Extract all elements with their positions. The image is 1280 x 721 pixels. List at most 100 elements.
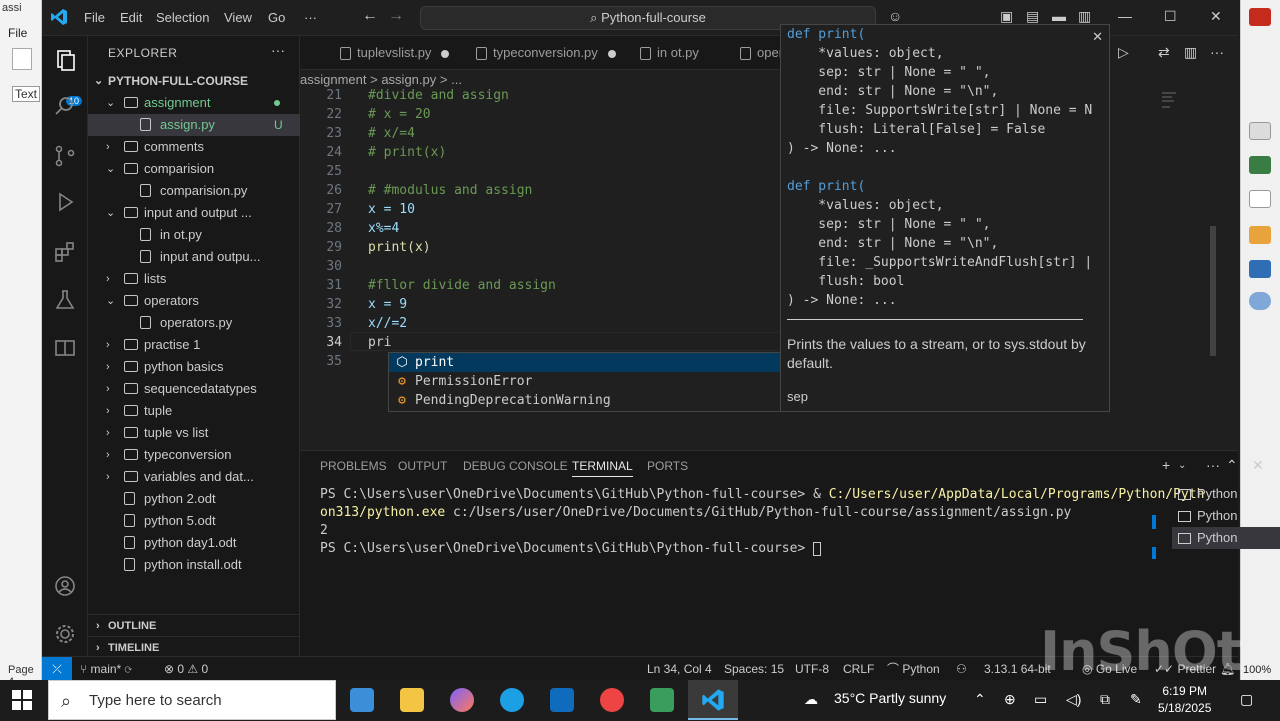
layout-icon[interactable]: ▣	[1000, 8, 1013, 25]
gallery-icon[interactable]	[1249, 260, 1271, 278]
tree-folder[interactable]: › practise 1	[88, 334, 300, 356]
tree-file[interactable]: assign.py U	[88, 114, 300, 136]
tab-terminal[interactable]: TERMINAL	[572, 459, 633, 477]
branch-status[interactable]: ⑂ main* ⟳	[80, 657, 132, 681]
tree-file[interactable]: input and outpu...	[88, 246, 300, 268]
menu-selection[interactable]: Selection	[156, 10, 209, 25]
tree-folder[interactable]: › tuple	[88, 400, 300, 422]
tree-folder[interactable]: › typeconversion	[88, 444, 300, 466]
run-file-icon[interactable]: ▷	[1118, 44, 1129, 61]
tree-folder[interactable]: › variables and dat...	[88, 466, 300, 488]
taskbar-search-input[interactable]: ⌕ Type here to search	[48, 680, 336, 720]
chrome-icon[interactable]	[600, 688, 624, 712]
split-editor-icon[interactable]: ▥	[1184, 44, 1197, 61]
tab-ports[interactable]: PORTS	[647, 459, 688, 473]
source-control-icon[interactable]	[53, 144, 77, 168]
outline-section[interactable]: › OUTLINE	[88, 614, 300, 636]
run-debug-icon[interactable]	[53, 190, 77, 214]
terminal-instance[interactable]: Python	[1172, 483, 1280, 505]
tree-file[interactable]: python install.odt	[88, 554, 300, 576]
menu-go[interactable]: Go	[268, 10, 285, 25]
tree-file[interactable]: in ot.py	[88, 224, 300, 246]
compare-icon[interactable]: ⇄	[1158, 44, 1170, 61]
python-env-icon[interactable]: ⚇	[956, 657, 967, 681]
display-icon[interactable]: ⧉	[1100, 691, 1110, 708]
timeline-section[interactable]: › TIMELINE	[88, 636, 300, 658]
chevron-up-icon[interactable]: ⌃	[974, 691, 986, 708]
extensions-icon[interactable]	[53, 240, 77, 264]
suggestion-print[interactable]: ⬡ print	[389, 353, 819, 372]
navigator-icon[interactable]	[1249, 292, 1271, 310]
tab-debug-console[interactable]: DEBUG CONSOLE	[463, 459, 568, 473]
remote-icon[interactable]: ⤫	[42, 657, 72, 681]
suggestion-pendingdeprecationwarning[interactable]: ⚙ PendingDeprecationWarning	[389, 391, 819, 410]
tree-folder[interactable]: › tuple vs list	[88, 422, 300, 444]
weather-text[interactable]: 35°C Partly sunny	[834, 690, 946, 706]
maximize-panel-icon[interactable]: ⌃	[1226, 457, 1238, 474]
clock[interactable]: 6:19 PM 5/18/2025	[1158, 683, 1211, 717]
battery-icon[interactable]: ▭	[1034, 691, 1047, 708]
vscode-taskbar-icon[interactable]	[701, 688, 725, 712]
tree-folder[interactable]: ⌄ operators	[88, 290, 300, 312]
more-actions-icon[interactable]: ···	[271, 42, 285, 58]
weather-icon[interactable]: ☁	[804, 691, 818, 708]
tab-problems[interactable]: PROBLEMS	[320, 459, 387, 473]
settings-gear-icon[interactable]	[53, 622, 77, 646]
terminal-line[interactable]: PS C:\Users\user\OneDrive\Documents\GitH…	[320, 541, 822, 556]
toolbar-icon[interactable]	[1249, 122, 1271, 140]
indentation[interactable]: Spaces: 15	[724, 657, 784, 681]
tab-in-ot[interactable]: in ot.py	[640, 36, 699, 70]
explorer-icon[interactable]	[53, 48, 77, 72]
bg-text-button[interactable]: Text	[12, 86, 41, 102]
close-icon[interactable]: ✕	[1092, 29, 1103, 45]
terminal-instance-active[interactable]: Python	[1172, 527, 1280, 549]
tree-folder[interactable]: ⌄ input and output ...	[88, 202, 300, 224]
notification-center-icon[interactable]: ▢	[1240, 691, 1253, 708]
close-window-icon[interactable]: ✕	[1210, 8, 1222, 25]
styles-icon[interactable]	[1249, 226, 1271, 244]
copilot-app-icon[interactable]	[450, 688, 474, 712]
editor-more-icon[interactable]: ···	[1210, 44, 1224, 60]
tree-folder[interactable]: › comments	[88, 136, 300, 158]
breadcrumb-more[interactable]: ...	[451, 72, 462, 87]
suggestion-permissionerror[interactable]: ⚙ PermissionError	[389, 372, 819, 391]
cursor-position[interactable]: Ln 34, Col 4	[647, 657, 712, 681]
back-arrow-icon[interactable]: ←	[362, 7, 378, 25]
problems-status[interactable]: ⊗ 0 ⚠ 0	[164, 657, 208, 681]
menu-more[interactable]: ···	[304, 10, 317, 25]
volume-icon[interactable]: ◁)	[1066, 691, 1081, 708]
language-mode[interactable]: ⌒ Python	[887, 657, 940, 681]
tab-tuplevslist[interactable]: tuplevslist.py	[340, 36, 450, 70]
close-panel-icon[interactable]: ✕	[1252, 457, 1264, 474]
windows-start-icon[interactable]	[12, 690, 32, 710]
line-ending[interactable]: CRLF	[843, 657, 874, 681]
minimize-icon[interactable]: —	[1118, 8, 1132, 24]
tree-file[interactable]: python 2.odt	[88, 488, 300, 510]
libreoffice-icon[interactable]	[650, 688, 674, 712]
bg-file-menu[interactable]: File	[8, 26, 27, 40]
terminal-instance[interactable]: Python	[1172, 505, 1280, 527]
tab-output[interactable]: OUTPUT	[398, 459, 447, 473]
panel-more-icon[interactable]: ···	[1206, 457, 1220, 473]
minimap[interactable]	[1152, 86, 1216, 446]
toggle-secondary-sidebar-icon[interactable]: ▥	[1078, 8, 1091, 25]
editor-scrollbar[interactable]	[1210, 226, 1216, 356]
search-view-icon[interactable]	[53, 94, 77, 118]
edge-icon[interactable]	[500, 688, 524, 712]
tree-folder[interactable]: ⌄ comparision	[88, 158, 300, 180]
tree-folder[interactable]: ⌄ assignment	[88, 92, 300, 114]
chevron-down-icon[interactable]: ⌄	[1178, 460, 1186, 471]
menu-view[interactable]: View	[224, 10, 252, 25]
copilot-icon[interactable]: ☺	[888, 8, 902, 24]
tree-file[interactable]: python day1.odt	[88, 532, 300, 554]
tool-icon[interactable]	[1249, 156, 1271, 174]
breadcrumb-folder[interactable]: assignment	[300, 72, 366, 87]
reading-view-icon[interactable]	[53, 336, 77, 360]
menu-edit[interactable]: Edit	[120, 10, 142, 25]
tree-folder[interactable]: › sequencedatatypes	[88, 378, 300, 400]
tree-file[interactable]: comparision.py	[88, 180, 300, 202]
file-explorer-icon[interactable]	[400, 688, 424, 712]
unsaved-dot-icon[interactable]	[441, 49, 450, 58]
outlook-icon[interactable]	[550, 688, 574, 712]
explorer-root[interactable]: ⌄ PYTHON-FULL-COURSE	[88, 70, 300, 92]
